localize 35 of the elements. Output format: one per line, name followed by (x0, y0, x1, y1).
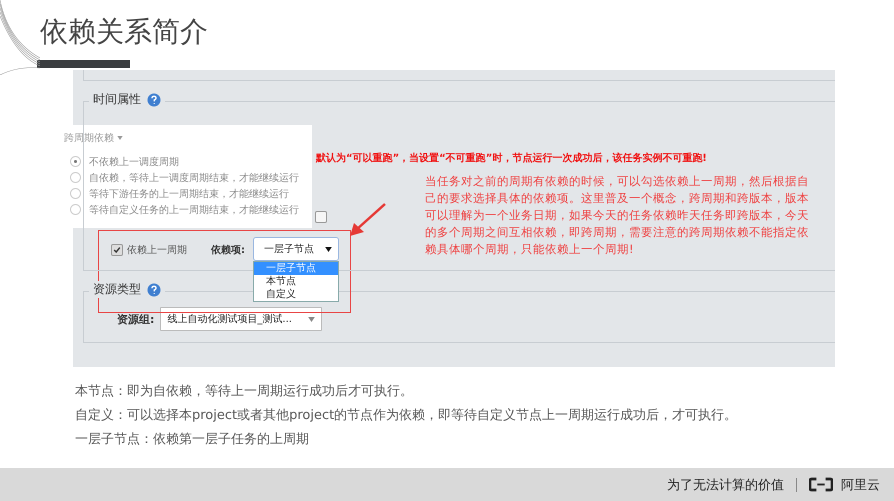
footer-slogan: 为了无法计算的价值 (667, 476, 784, 494)
dropdown-option[interactable]: 本节点 (254, 275, 338, 288)
logo-icon (809, 477, 833, 492)
checkbox-label: 依赖上一周期 (127, 244, 187, 257)
annotation-text: 当任务对之前的周期有依赖的时候，可以勾选依赖上一周期，然后根据自己的要求选择具体的依赖项。这里普及一个概念，跨周期和跨版本，版本可以理解为一个业务日期，如果今天的任务依赖昨天任务即跨版本，今天的多个周期之间互相依赖，即跨周期，需要注意的跨周期依赖不能指定依赖具体哪个周期，只能依赖上一个周期! (425, 173, 810, 258)
popup-legend: 跨周期依赖 (64, 131, 114, 145)
help-icon[interactable] (147, 92, 161, 106)
radio-button[interactable] (70, 172, 81, 183)
note-line: 一层子节点：依赖第一层子任务的上周期 (75, 431, 310, 449)
slide-title: 依赖关系简介 (40, 14, 208, 50)
note-line: 本节点：即为自依赖，等待上一周期运行成功后才可执行。 (75, 383, 414, 401)
field-label: 资源组: (117, 312, 154, 326)
section-legend: 时间属性 (93, 91, 141, 108)
dropdown-caret-icon (117, 136, 123, 140)
rerun-note: 默认为“可以重跑”，当设置“不可重跑”时，节点运行一次成功后，该任务实例不可重跑! (316, 151, 707, 165)
field-label: 依赖项: (211, 244, 245, 257)
section-legend: 资源类型 (93, 281, 141, 298)
dependency-select[interactable]: 一层子节点 (253, 237, 339, 261)
radio-label: 等待下游任务的上一周期结束，才能继续运行 (89, 188, 289, 200)
dropdown-caret-icon (325, 246, 332, 252)
checkbox[interactable] (315, 211, 327, 223)
pointer-arrow (350, 203, 386, 237)
dropdown-option[interactable]: 自定义 (254, 288, 338, 301)
radio-button[interactable] (70, 156, 81, 167)
dropdown-caret-icon (308, 316, 316, 322)
radio-label: 自依赖，等待上一调度周期结束，才能继续运行 (89, 172, 299, 184)
logo-text: 阿里云 (841, 476, 880, 494)
help-icon[interactable] (147, 282, 161, 296)
radio-label: 不依赖上一调度周期 (89, 156, 179, 168)
radio-label: 等待自定义任务的上一周期结束，才能继续运行 (89, 204, 299, 216)
radio-button[interactable] (70, 204, 81, 215)
radio-button[interactable] (70, 188, 81, 199)
checkbox[interactable] (111, 244, 123, 256)
note-line: 自定义：可以选择本project或者其他project的节点作为依赖，即等待自定义节点上一周期运行成功后，才可执行。 (75, 407, 738, 425)
resource-group-select[interactable]: 线上自动化测试项目_测试... (160, 307, 322, 331)
